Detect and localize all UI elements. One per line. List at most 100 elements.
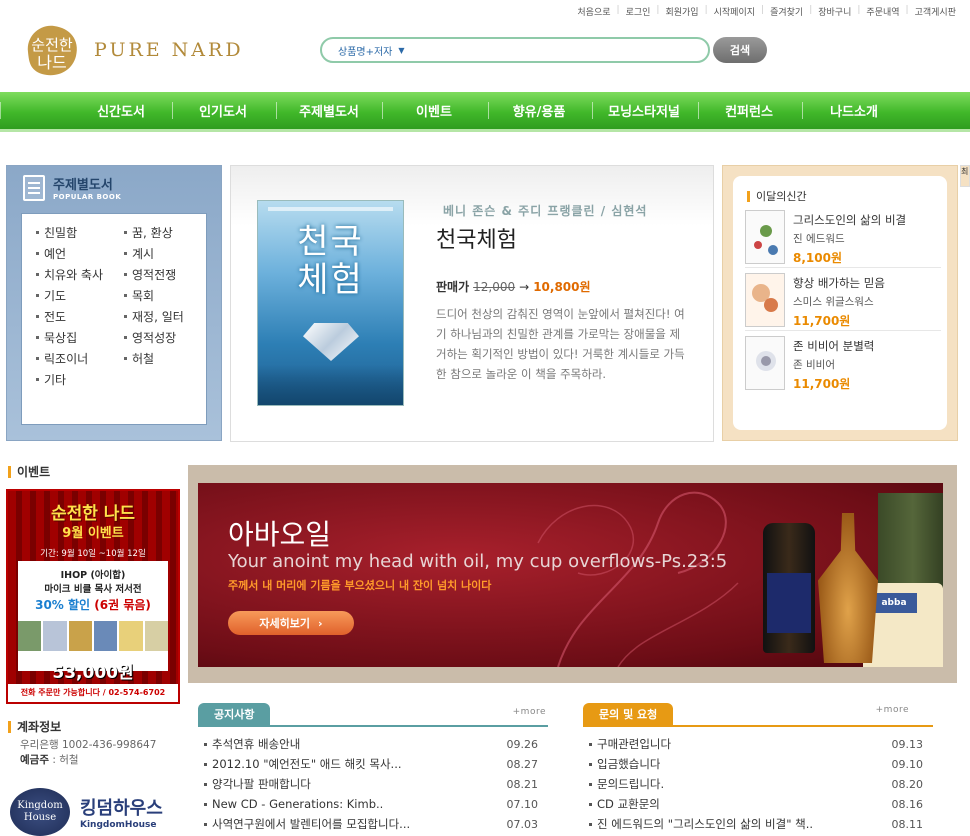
event-headline: 순전한 나드 <box>50 504 136 524</box>
event-discount: 30% 할인 (6권 묶음) <box>8 596 178 613</box>
event-discount-note: (6권 묶음) <box>90 598 151 612</box>
topic-item[interactable]: 전도 <box>36 308 124 325</box>
notice-more-link[interactable]: +more <box>513 707 546 717</box>
event-subheadline: 9월 이벤트 <box>62 526 124 541</box>
monthly-item[interactable]: 그리스도인의 삶의 비결 진 에드워드 8,100원 <box>745 208 941 268</box>
notice-title: New CD - Generations: Kimb.. <box>204 797 383 811</box>
side-quick-tab[interactable]: 최 <box>960 165 970 187</box>
logo-wordmark: PURE NARD <box>94 39 244 61</box>
nav-label: 모닝스타저널 <box>608 105 680 120</box>
notice-title: 2012.10 "예언전도" 애드 해킷 목사... <box>204 756 402 772</box>
list-item[interactable]: New CD - Generations: Kimb.. 07.10 <box>198 794 548 814</box>
monthly-item[interactable]: 존 비비어 분별력 존 비비어 11,700원 <box>745 334 941 394</box>
banner-title: 아바오일 <box>228 518 332 551</box>
topic-title: 주제별도서 <box>53 178 113 193</box>
account-title-label: 계좌정보 <box>17 720 62 734</box>
monthly-item[interactable]: 향상 배가하는 믿음 스미스 위글스워스 11,700원 <box>745 271 941 331</box>
event-price: 53,000원 <box>52 663 134 683</box>
util-board-link[interactable]: 고객게시판 <box>909 5 962 18</box>
qna-title: 문의드립니다. <box>589 776 664 792</box>
list-item[interactable]: 구매관련입니다 09.13 <box>583 734 933 754</box>
qna-more-link[interactable]: +more <box>876 705 909 715</box>
topic-item[interactable]: 릭조이너 <box>36 350 124 367</box>
kingdom-house-link[interactable]: Kingdom House 킹덤하우스 KingdomHouse <box>10 788 163 836</box>
nav-item-about[interactable]: 나드소개 <box>802 92 906 129</box>
nav-label: 컨퍼런스 <box>725 105 773 120</box>
topic-item[interactable]: 친밀함 <box>36 224 124 241</box>
site-logo[interactable]: 순전한 나드 PURE NARD <box>20 18 244 82</box>
topic-item[interactable]: 기타 <box>36 371 124 388</box>
nav-item-new-books[interactable]: 신간도서 <box>70 92 172 129</box>
nav-item-oil-goods[interactable]: 향유/용품 <box>488 92 590 129</box>
featured-book-title[interactable]: 천국체험 <box>436 222 517 254</box>
list-item[interactable]: 2012.10 "예언전도" 애드 해킷 목사... 08.27 <box>198 754 548 774</box>
util-orders-link[interactable]: 주문내역 <box>860 5 905 18</box>
topic-header: 주제별도서 POPULAR BOOK <box>23 174 121 201</box>
nav-item-event[interactable]: 이벤트 <box>382 92 486 129</box>
nav-item-topic-books[interactable]: 주제별도서 <box>276 92 382 129</box>
topic-item[interactable]: 꿈, 환상 <box>124 224 212 241</box>
util-home-link[interactable]: 처음으로 <box>571 5 616 18</box>
monthly-item-price: 11,700원 <box>793 314 851 328</box>
banner-details-button[interactable]: 자세히보기 › <box>228 611 354 635</box>
cover-title-line: 천국 <box>297 222 364 262</box>
sale-price: 10,800원 <box>533 280 591 294</box>
list-item[interactable]: 진 에드워드의 "그리스도인의 삶의 비결" 책.. 08.11 <box>583 814 933 834</box>
topic-item[interactable]: 영적성장 <box>124 329 212 346</box>
monthly-item-title: 그리스도인의 삶의 비결 <box>793 213 907 227</box>
nav-item-conference[interactable]: 컨퍼런스 <box>698 92 800 129</box>
topic-item[interactable]: 재정, 일터 <box>124 308 212 325</box>
topic-item[interactable]: 치유와 축사 <box>36 266 124 283</box>
cover-title: 천국 체험 <box>258 223 403 299</box>
topic-item[interactable]: 기도 <box>36 287 124 304</box>
featured-book-cover[interactable]: 천국 체험 <box>257 200 404 406</box>
featured-book-price: 판매가 12,000 → 10,800원 <box>436 278 591 295</box>
list-item[interactable]: 사역연구원에서 발렌티어를 모집합니다... 07.03 <box>198 814 548 834</box>
banner-korean-verse: 주께서 내 머리에 기름을 부으셨으니 내 잔이 넘치 나이다 <box>228 579 492 592</box>
search-category-select[interactable]: 상품명+저자 ▼ <box>322 43 422 58</box>
topic-item[interactable]: 허철 <box>124 350 212 367</box>
notice-title: 사역연구원에서 발렌티어를 모집합니다... <box>204 816 410 832</box>
util-bookmark-link[interactable]: 즐겨찾기 <box>764 5 809 18</box>
nav-item-popular-books[interactable]: 인기도서 <box>172 92 274 129</box>
monthly-item-author: 진 에드워드 <box>793 233 845 245</box>
book-thumbnail <box>745 336 785 390</box>
tab-notice[interactable]: 공지사항 <box>198 703 271 725</box>
notice-date: 08.21 <box>506 777 539 791</box>
util-signup-link[interactable]: 회원가입 <box>659 5 704 18</box>
nav-item-morningstar[interactable]: 모닝스타저널 <box>592 92 696 129</box>
util-startpage-link[interactable]: 시작페이지 <box>708 5 761 18</box>
nav-label: 인기도서 <box>199 105 247 120</box>
notice-date: 07.03 <box>506 817 539 831</box>
monthly-item-title: 존 비비어 분별력 <box>793 339 875 353</box>
util-cart-link[interactable]: 장바구니 <box>812 5 857 18</box>
event-ad-banner[interactable]: 순전한 나드 9월 이벤트 기간: 9월 10일 ~10월 12일 IHOP (… <box>6 489 180 704</box>
arrow-right-icon: › <box>318 616 323 630</box>
qna-divider <box>583 725 933 727</box>
list-item[interactable]: 양각나팔 판매합니다 08.21 <box>198 774 548 794</box>
tab-qna[interactable]: 문의 및 요청 <box>583 703 674 725</box>
list-item[interactable]: 문의드립니다. 08.20 <box>583 774 933 794</box>
event-line-1: IHOP (아이합) <box>60 570 126 581</box>
diamond-image <box>303 323 359 361</box>
search-input[interactable] <box>422 43 708 57</box>
qna-title: 입금했습니다 <box>589 756 660 772</box>
qna-date: 08.20 <box>891 777 924 791</box>
list-item[interactable]: 추석연휴 배송안내 09.26 <box>198 734 548 754</box>
kingdom-house-logo-icon: Kingdom House <box>10 788 70 836</box>
topic-item[interactable]: 영적전쟁 <box>124 266 212 283</box>
util-login-link[interactable]: 로그인 <box>620 5 657 18</box>
monthly-box: 이달의신간 그리스도인의 삶의 비결 진 에드워드 8,100원 향상 배가하는… <box>733 176 947 430</box>
topic-item[interactable]: 목회 <box>124 287 212 304</box>
qna-date: 08.16 <box>891 797 924 811</box>
topic-item[interactable]: 묵상집 <box>36 329 124 346</box>
account-holder-name: : 허철 <box>48 754 79 766</box>
topic-item[interactable]: 예언 <box>36 245 124 262</box>
seal-line: Kingdom <box>17 800 63 811</box>
qna-board: 문의 및 요청 +more 구매관련입니다 09.13 입금했습니다 09.10 문… <box>583 703 933 834</box>
search-button[interactable]: 검색 <box>713 37 767 63</box>
topic-item[interactable]: 계시 <box>124 245 212 262</box>
abba-oil-banner[interactable]: 아바오일 Your anoint my head with oil, my cu… <box>188 465 957 683</box>
list-item[interactable]: CD 교환문의 08.16 <box>583 794 933 814</box>
list-item[interactable]: 입금했습니다 09.10 <box>583 754 933 774</box>
